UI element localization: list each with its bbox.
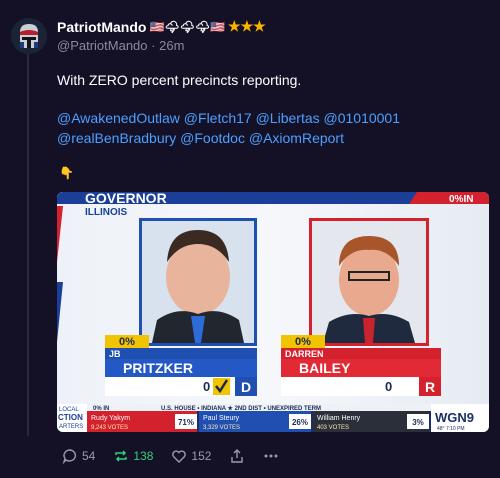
left-votes: 0 — [203, 379, 210, 394]
action-bar: 54 138 152 — [62, 448, 297, 464]
ticker-c2-votes: 3,329 VOTES — [203, 425, 240, 431]
ticker-side: CTION — [58, 413, 83, 422]
name-stars: ★★★ — [228, 18, 266, 34]
right-last-name: BAILEY — [299, 360, 351, 376]
ticker-c1-name: Rudy Yakym — [91, 415, 130, 422]
more-options-button[interactable] — [263, 448, 279, 464]
station-logo: WGN9 — [435, 410, 474, 425]
mandalorian-helmet-icon — [11, 18, 47, 54]
ticker-c1-pct: 71% — [178, 418, 194, 427]
left-first-name: JB — [109, 349, 121, 359]
heart-icon — [172, 450, 187, 463]
handle-row: @PatriotMando · 26m — [57, 38, 184, 53]
reply-button[interactable]: 54 — [62, 448, 95, 464]
pointing-down-icon: 👇 — [59, 166, 74, 180]
ticker-c3-pct: 3% — [412, 418, 424, 427]
like-count: 152 — [191, 449, 212, 463]
right-votes: 0 — [385, 379, 392, 394]
election-graphic: GOVERNOR 0%IN ILLINOIS 0% JB PRITZKER 0 … — [57, 192, 489, 432]
ticker-race: U.S. HOUSE • INDIANA ★ 2ND DIST • UNEXPI… — [161, 405, 321, 412]
ticker-c1-votes: 9,243 VOTES — [91, 425, 128, 431]
graphic-title: GOVERNOR — [85, 192, 167, 206]
repost-button[interactable]: 138 — [113, 448, 153, 464]
repost-icon — [115, 450, 128, 462]
post-text: With ZERO percent precincts reporting. — [57, 72, 302, 88]
post-card[interactable]: PatriotMando 🇺🇸🌩🌩🌩🇺🇸 ★★★ @PatriotMando ·… — [0, 0, 500, 478]
pct-in-label: 0%IN — [449, 194, 473, 205]
right-party: R — [425, 379, 435, 395]
display-name-row[interactable]: PatriotMando 🇺🇸🌩🌩🌩🇺🇸 ★★★ — [57, 18, 266, 35]
post-image[interactable]: GOVERNOR 0%IN ILLINOIS 0% JB PRITZKER 0 … — [57, 192, 489, 432]
share-button[interactable] — [229, 448, 245, 464]
timestamp[interactable]: 26m — [159, 38, 184, 53]
left-last-name: PRITZKER — [123, 360, 193, 376]
ticker-side-2: ARTERS — [59, 424, 83, 430]
mentions-line-2[interactable]: @realBenBradbury @Footdoc @AxiomReport — [57, 128, 477, 148]
ticker-c2-name: Paul Steury — [203, 415, 240, 422]
separator: · — [151, 38, 156, 53]
avatar[interactable] — [11, 18, 47, 54]
left-party: D — [241, 379, 251, 395]
mentions-block: @AwakenedOutlaw @Fletch17 @Libertas @010… — [57, 108, 477, 148]
graphic-subtitle: ILLINOIS — [85, 207, 128, 218]
display-name[interactable]: PatriotMando — [57, 19, 146, 35]
more-icon — [264, 454, 278, 458]
ticker-c3-votes: 403 VOTES — [317, 425, 349, 431]
like-button[interactable]: 152 — [171, 448, 211, 464]
left-pct: 0% — [119, 336, 135, 348]
right-pct: 0% — [295, 336, 311, 348]
name-emojis: 🇺🇸🌩🌩🌩🇺🇸 — [149, 19, 226, 34]
right-first-name: DARREN — [285, 349, 324, 359]
thread-line — [27, 54, 29, 436]
ticker-c2-pct: 26% — [292, 418, 308, 427]
handle[interactable]: @PatriotMando — [57, 38, 148, 53]
reply-icon — [62, 449, 77, 464]
ticker-weather: 48° 7:10 PM — [437, 426, 465, 432]
mentions-line-1[interactable]: @AwakenedOutlaw @Fletch17 @Libertas @010… — [57, 108, 477, 128]
repost-count: 138 — [133, 449, 154, 463]
reply-count: 54 — [82, 449, 96, 463]
ticker-c3-name: William Henry — [317, 415, 361, 422]
share-icon — [231, 449, 244, 463]
